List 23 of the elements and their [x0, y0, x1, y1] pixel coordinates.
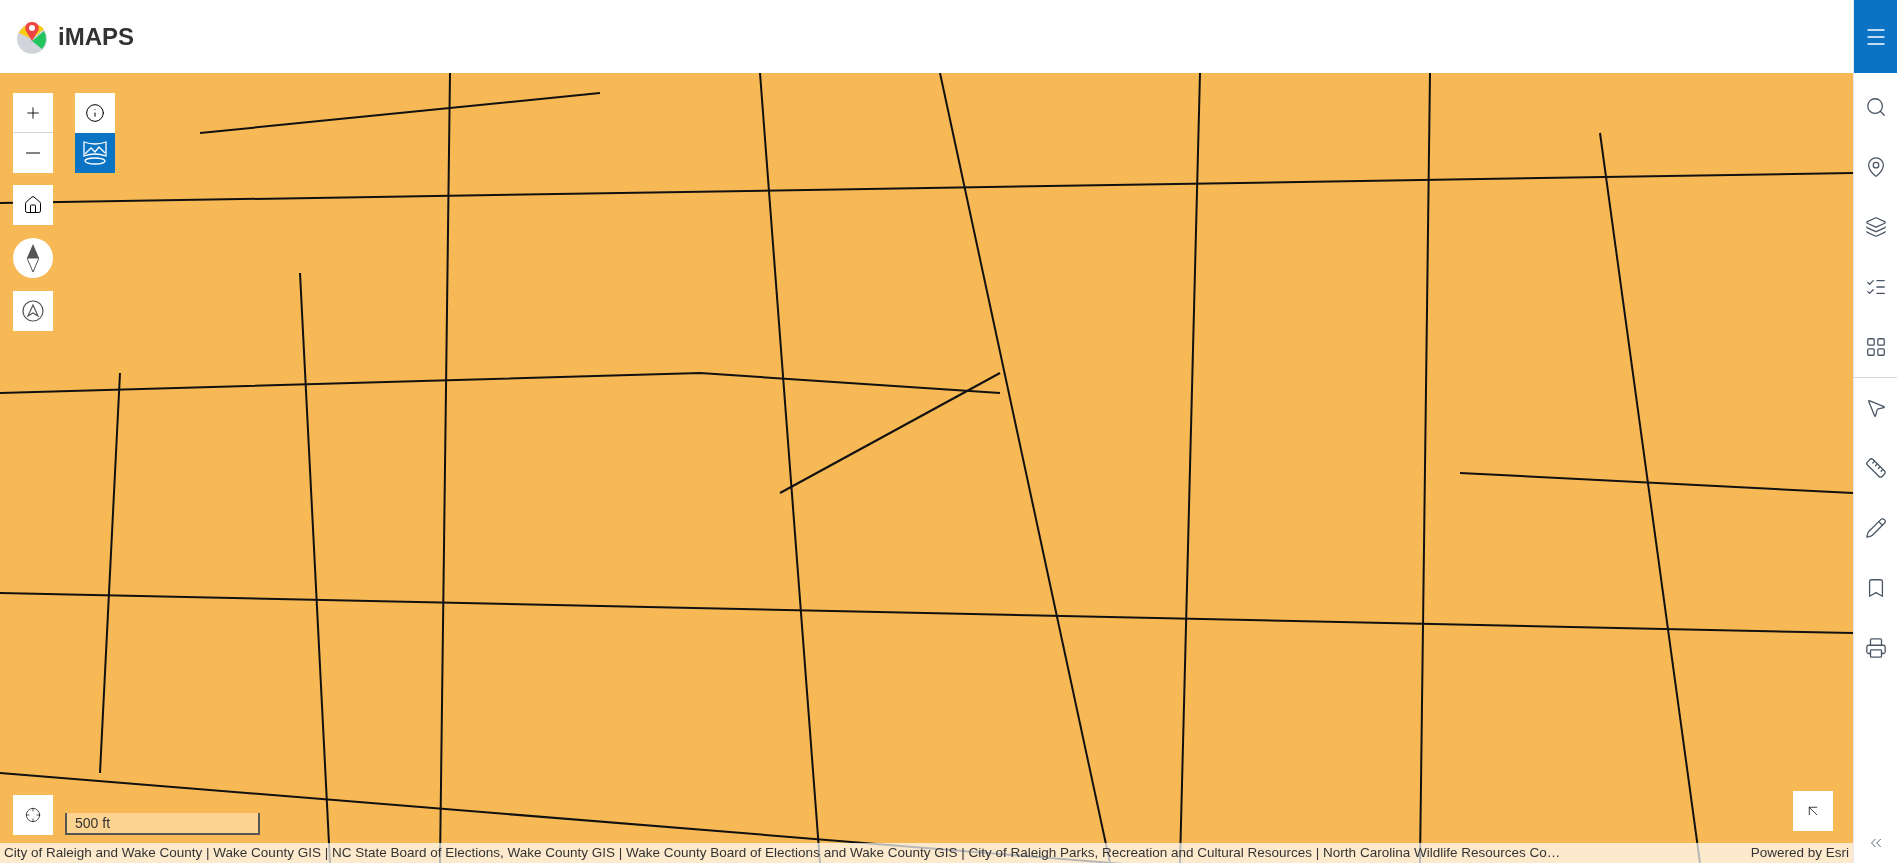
crosshair-icon — [25, 807, 41, 823]
powered-by-link[interactable]: Powered by Esri — [1750, 842, 1849, 863]
scale-label: 500 ft — [75, 813, 111, 833]
landscape-icon — [80, 138, 110, 168]
navigation-icon — [22, 300, 44, 322]
minus-icon — [26, 152, 40, 154]
info-icon — [85, 103, 105, 123]
locate-button[interactable] — [13, 291, 53, 331]
crosshair-button[interactable] — [13, 795, 53, 835]
logo-text: iMAPS — [58, 21, 134, 52]
compass-icon — [27, 244, 39, 272]
home-icon — [23, 195, 43, 215]
printer-icon — [1864, 637, 1887, 659]
ruler-icon — [1864, 457, 1887, 479]
grid-icon — [1864, 336, 1887, 358]
info-button[interactable] — [75, 93, 115, 133]
attribution-text: City of Raleigh and Wake County | Wake County GIS | NC State Board of Elections, Wake County GIS | Wake County Board of Elections and Wake County GIS | City of Raleigh Parks, Recreation and Cultural Resources | North Carolina Wildlife Resources Co… — [4, 843, 1561, 862]
search-icon — [1864, 96, 1887, 118]
basemap-toggle-button[interactable] — [75, 133, 115, 173]
home-button[interactable] — [13, 185, 53, 225]
layers-icon — [1864, 216, 1887, 238]
menu-button[interactable] — [1854, 0, 1897, 73]
pencil-icon — [1864, 517, 1887, 539]
